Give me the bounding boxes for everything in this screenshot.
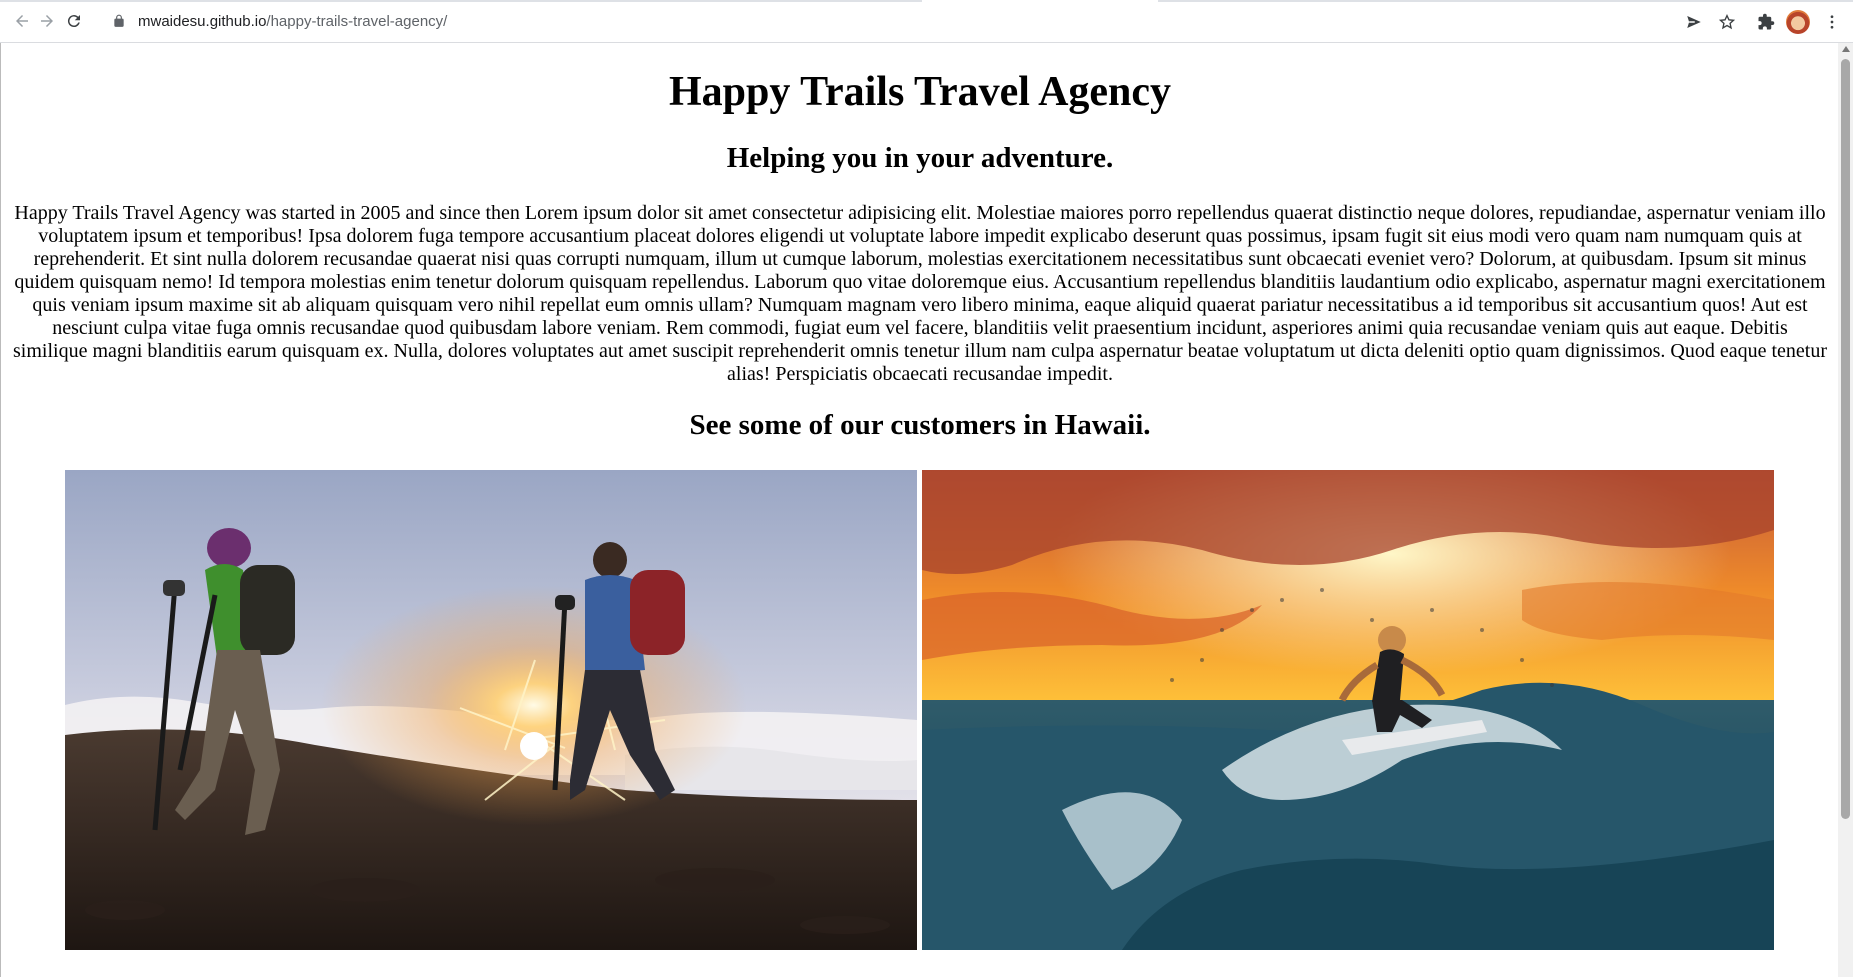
- bookmark-button[interactable]: [1715, 10, 1739, 34]
- scroll-up-arrow-icon[interactable]: [1842, 46, 1850, 52]
- page-subtitle: Helping you in your adventure.: [726, 142, 1114, 174]
- kebab-menu-icon: [1830, 15, 1834, 29]
- surfer-photo: [922, 470, 1774, 950]
- send-button[interactable]: [1682, 10, 1706, 34]
- scrollbar-thumb[interactable]: [1841, 59, 1850, 819]
- arrow-left-icon: [16, 15, 28, 27]
- browser-menu-button[interactable]: [1820, 10, 1844, 34]
- hikers-photo: [65, 470, 917, 950]
- browser-toolbar: mwaidesu.github.io/happy-trails-travel-a…: [0, 0, 1853, 43]
- active-tab-edge: [922, 0, 1158, 2]
- extensions-button[interactable]: [1754, 10, 1778, 34]
- url-host: mwaidesu.github.io: [138, 12, 267, 30]
- reload-icon: [67, 15, 80, 28]
- customers-heading: See some of our customers in Hawaii.: [689, 409, 1151, 441]
- page-title: Happy Trails Travel Agency: [668, 69, 1172, 115]
- send-icon: [1687, 16, 1701, 28]
- star-icon: [1718, 14, 1736, 30]
- reload-button[interactable]: [63, 10, 85, 32]
- arrow-right-icon: [41, 15, 53, 27]
- profile-avatar[interactable]: [1786, 10, 1810, 34]
- lock-icon: [114, 14, 124, 27]
- page-viewport: Happy Trails Travel Agency Helping you i…: [0, 43, 1838, 977]
- forward-button[interactable]: [36, 10, 58, 32]
- intro-paragraph: Happy Trails Travel Agency was started i…: [13, 202, 1828, 385]
- url-path: /happy-trails-travel-agency/: [266, 12, 448, 30]
- back-button[interactable]: [11, 10, 33, 32]
- page-scrollbar[interactable]: [1838, 43, 1853, 977]
- puzzle-icon: [1758, 13, 1775, 30]
- address-bar[interactable]: mwaidesu.github.io/happy-trails-travel-a…: [112, 9, 1672, 33]
